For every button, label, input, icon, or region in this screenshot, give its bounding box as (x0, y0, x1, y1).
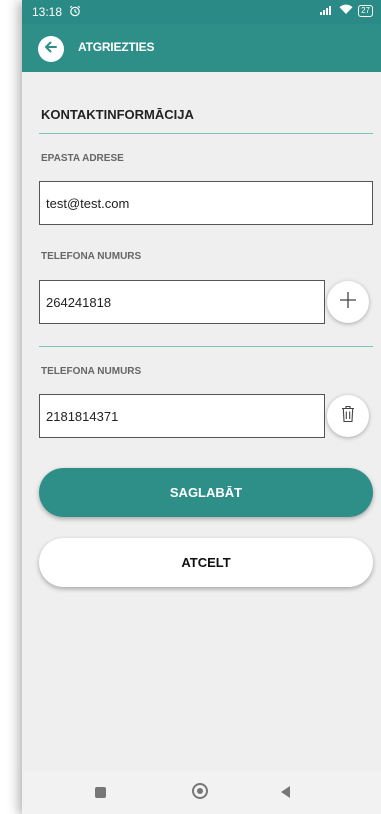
signal-icon (320, 4, 334, 18)
email-field[interactable]: test@test.com (39, 181, 373, 225)
triangle-back-icon[interactable] (281, 786, 290, 798)
section-divider (39, 133, 373, 134)
add-phone-button[interactable] (327, 281, 369, 323)
phone-label-2: TELEFONA NUMURS (41, 366, 142, 377)
phone-label-1: TELEFONA NUMURS (41, 251, 142, 262)
wifi-icon (339, 4, 353, 18)
plus-icon (339, 291, 357, 314)
battery-indicator: 27 (358, 5, 373, 17)
phone-field-1[interactable]: 264241818 (39, 280, 325, 324)
save-button[interactable]: SAGLABĀT (39, 468, 373, 517)
back-label[interactable]: ATGRIEZTIES (78, 40, 154, 54)
trash-icon (341, 405, 355, 428)
alarm-icon (69, 5, 81, 20)
system-nav-bar (22, 770, 381, 814)
square-icon[interactable] (95, 787, 106, 798)
arrow-left-icon (43, 39, 59, 60)
status-bar: 13:18 27 (22, 0, 381, 24)
status-time: 13:18 (32, 5, 63, 19)
delete-phone-button[interactable] (327, 395, 369, 437)
section-title: KONTAKTINFORMĀCIJA (41, 107, 194, 122)
home-circle-icon[interactable] (192, 783, 208, 799)
home-dot (197, 788, 203, 794)
phone-screen: 13:18 27 ATGRIEZTIES KONTAKTINFORMĀCIJA … (22, 0, 381, 814)
phone-divider (39, 346, 373, 347)
back-button[interactable] (38, 36, 64, 62)
status-icons: 27 (320, 4, 373, 18)
app-bar: ATGRIEZTIES (22, 24, 381, 72)
cancel-button[interactable]: ATCELT (39, 538, 373, 587)
phone-field-2[interactable]: 2181814371 (39, 394, 325, 438)
email-label: EPASTA ADRESE (41, 153, 124, 164)
